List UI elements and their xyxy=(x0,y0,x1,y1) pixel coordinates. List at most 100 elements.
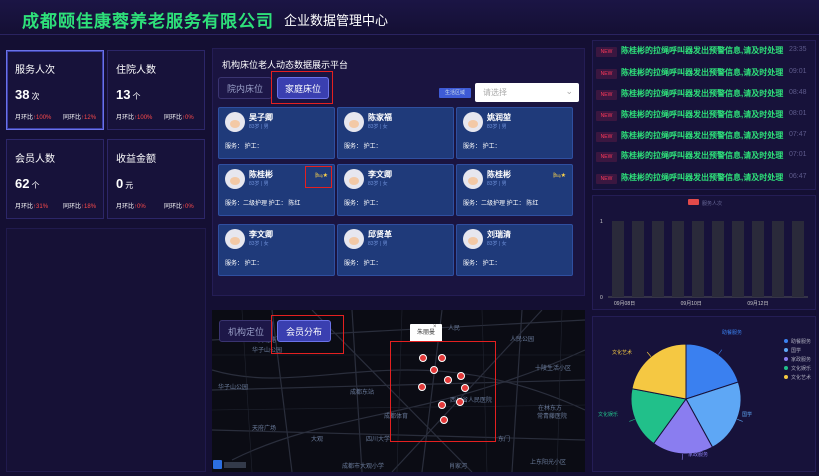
resident-name: 陈桂彬 xyxy=(249,170,273,179)
alert-time: 23:35 xyxy=(789,46,807,53)
map-label: 肖家河 xyxy=(449,464,468,470)
map-pin[interactable] xyxy=(438,401,446,409)
resident-service: 服务： 护工： xyxy=(225,144,263,150)
avatar xyxy=(225,169,245,189)
pie-leader xyxy=(718,349,723,355)
pie-label: 文化艺术 xyxy=(612,349,632,356)
stat-title: 收益金额 xyxy=(116,154,156,165)
alert-item[interactable]: NEW 陈桂彬的拉绳呼叫器发出预警信息,请及时处理 08:01 xyxy=(596,109,818,124)
resident-name: 陈桂彬 xyxy=(487,170,511,179)
stat-card-revenue[interactable]: 收益金额 0元 月环比↑0% 同环比↑0% xyxy=(107,139,205,219)
alert-item[interactable]: NEW 陈桂彬的拉绳呼叫器发出预警信息,请及时处理 07:47 xyxy=(596,130,818,145)
close-icon[interactable]: × xyxy=(433,324,437,330)
highlight-box xyxy=(271,315,344,354)
alert-item[interactable]: NEW 陈桂彬的拉绳呼叫器发出预警信息,请及时处理 09:01 xyxy=(596,67,818,82)
tab-institution-location[interactable]: 机构定位 xyxy=(219,320,273,342)
stat-title: 会员人数 xyxy=(15,154,55,165)
stat-yoy: 同环比↑18% xyxy=(63,204,97,210)
resident-service: 服务： 护工： xyxy=(225,261,263,267)
map-pin[interactable] xyxy=(419,354,427,362)
stat-card-hospitalized[interactable]: 住院人数 13 个 月环比↑100% 同环比↑0% xyxy=(107,50,205,130)
x-tick-label: 09月12日 xyxy=(747,301,768,307)
map-pin[interactable] xyxy=(444,376,452,384)
new-badge: NEW xyxy=(596,90,617,100)
resident-service: 服务： 护工： xyxy=(344,144,382,150)
map-pin[interactable] xyxy=(461,384,469,392)
legend-item[interactable]: 文化娱乐 xyxy=(784,365,811,372)
alert-text: 陈桂彬的拉绳呼叫器发出预警信息,请及时处理 xyxy=(621,46,784,55)
new-badge: NEW xyxy=(596,69,617,79)
legend-item[interactable]: 家政服务 xyxy=(784,356,812,363)
stat-card-members[interactable]: 会员人数 62 个 月环比↑31% 同环比↑18% xyxy=(6,139,104,219)
page-subtitle: 企业数据管理中心 xyxy=(284,13,389,28)
new-badge: NEW xyxy=(596,132,617,142)
map-pin[interactable] xyxy=(440,416,448,424)
legend-item[interactable]: 文化艺术 xyxy=(784,374,811,381)
highlight-box xyxy=(305,166,332,188)
avatar xyxy=(344,169,364,189)
alert-time: 08:48 xyxy=(789,89,807,96)
map-pin[interactable] xyxy=(438,354,446,362)
stat-card-service-count[interactable]: 服务人次 38 次 月环比↑100% 同环比↑12% xyxy=(6,50,104,130)
bed-card[interactable]: 刘瑞清 83岁 | 女服务： 护工： xyxy=(456,224,573,276)
resident-service: 服务： 护工： xyxy=(344,201,382,207)
bed-card[interactable]: 李文卿 83岁 | 女服务： 护工： xyxy=(337,164,454,216)
bar xyxy=(772,221,784,297)
avatar xyxy=(225,229,245,249)
bed-card[interactable]: 李文卿 83岁 | 女服务： 护工： xyxy=(218,224,335,276)
resident-name: 姚润堃 xyxy=(487,113,511,122)
alert-item[interactable]: NEW 陈桂彬的拉绳呼叫器发出预警信息,请及时处理 07:01 xyxy=(596,150,818,165)
stat-value: 13 个 xyxy=(116,87,141,102)
header-bar: 成都颐佳康蓉养老服务有限公司 企业数据管理中心 xyxy=(0,0,819,36)
stat-value: 62 个 xyxy=(15,176,40,191)
bar xyxy=(632,221,644,297)
legend-label: 家政服务 xyxy=(791,357,812,363)
area-select[interactable]: 请选择 ⌄ xyxy=(475,83,579,102)
legend-item[interactable]: 国学 xyxy=(784,347,802,354)
resident-name: 李文卿 xyxy=(249,230,273,239)
resident-info: 83岁 | 男 xyxy=(487,124,507,130)
tab-institution-beds[interactable]: 院内床位 xyxy=(218,77,272,99)
bed-card[interactable]: 陈家福 83岁 | 女服务： 护工： xyxy=(337,107,454,159)
map-pin[interactable] xyxy=(430,366,438,374)
resident-info: 83岁 | 男 xyxy=(249,181,269,187)
stat-yoy: 同环比↑12% xyxy=(63,115,97,121)
alert-item[interactable]: NEW 陈桂彬的拉绳呼叫器发出预警信息,请及时处理 08:48 xyxy=(596,88,818,103)
bed-alarm-icon[interactable]: 🛏★ xyxy=(553,172,566,179)
legend-label: 国学 xyxy=(791,348,802,354)
map-label: 东门 xyxy=(498,437,511,443)
bar xyxy=(692,221,704,297)
new-badge: NEW xyxy=(596,174,617,184)
pie-leader xyxy=(646,351,652,357)
resident-info: 83岁 | 女 xyxy=(249,241,269,247)
alert-text: 陈桂彬的拉绳呼叫器发出预警信息,请及时处理 xyxy=(621,110,784,119)
alert-item[interactable]: NEW 陈桂彬的拉绳呼叫器发出预警信息,请及时处理 06:47 xyxy=(596,172,818,187)
map-pin[interactable] xyxy=(456,398,464,406)
avatar xyxy=(344,229,364,249)
new-badge: NEW xyxy=(596,152,617,162)
bar xyxy=(792,221,804,297)
bed-card[interactable]: 吴子卿 83岁 | 男服务： 护工： xyxy=(218,107,335,159)
avatar xyxy=(344,112,364,132)
y-tick-label: 0 xyxy=(600,295,603,301)
pie-leader xyxy=(737,418,743,422)
bed-card[interactable]: 姚润堃 83岁 | 男服务： 护工： xyxy=(456,107,573,159)
beds-panel-title: 机构床位老人动态数据展示平台 xyxy=(222,60,349,70)
map-pin[interactable] xyxy=(418,383,426,391)
map-label: 成都市大观小学 xyxy=(342,464,385,470)
map-popup[interactable]: 朱丽曼 xyxy=(410,324,442,342)
pie-label: 助餐服务 xyxy=(722,329,742,336)
new-badge: NEW xyxy=(596,111,617,121)
resident-name: 吴子卿 xyxy=(249,113,273,122)
alert-item[interactable]: NEW 陈桂彬的拉绳呼叫器发出预警信息,请及时处理 23:35 xyxy=(596,45,818,60)
resident-name: 李文卿 xyxy=(368,170,392,179)
bar xyxy=(732,221,744,297)
bed-card[interactable]: 陈桂彬 83岁 | 男 🛏★ 服务：二级护理 护工： 陈红 xyxy=(456,164,573,216)
map-label: 常青藤医院 xyxy=(537,414,568,420)
legend-item[interactable]: 助餐服务 xyxy=(784,338,811,345)
stat-value: 0元 xyxy=(116,176,134,191)
resident-info: 83岁 | 女 xyxy=(368,181,388,187)
map-pin[interactable] xyxy=(457,372,465,380)
stat-title: 住院人数 xyxy=(116,65,156,76)
bed-card[interactable]: 邱贤革 83岁 | 男服务： 护工： xyxy=(337,224,454,276)
